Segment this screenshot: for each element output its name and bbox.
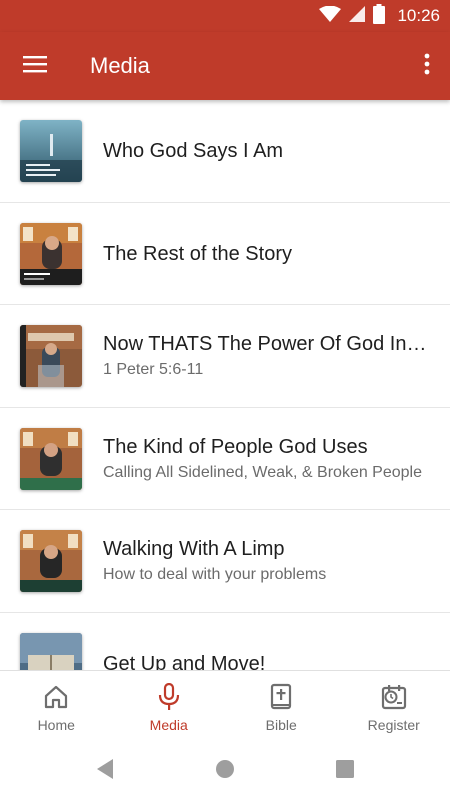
list-item[interactable]: Who God Says I Am <box>0 100 450 203</box>
sermon-thumbnail <box>20 325 82 387</box>
microphone-icon <box>156 683 182 711</box>
cellular-signal-icon <box>349 5 366 27</box>
status-time: 10:26 <box>397 6 440 25</box>
list-item-subtitle: How to deal with your problems <box>103 566 327 583</box>
list-item-text: The Rest of the Story <box>103 203 430 305</box>
list-item-title: The Kind of People God Uses <box>103 435 368 458</box>
calendar-clock-icon <box>380 683 408 711</box>
home-circle-icon <box>215 759 235 784</box>
sermon-thumbnail <box>20 222 82 285</box>
tab-label: Home <box>37 717 75 733</box>
system-navigation-bar <box>0 742 450 800</box>
sermon-thumbnail <box>20 530 82 592</box>
status-icons: 10:26 <box>319 0 440 32</box>
list-item-subtitle: Calling All Sidelined, Weak, & Broken Pe… <box>103 463 422 481</box>
bottom-navigation: Home Media Bible Register <box>0 670 450 742</box>
home-icon <box>43 683 69 711</box>
list-item-title: Who God Says I Am <box>103 140 284 162</box>
list-item-subtitle: 1 Peter 5:6-11 <box>103 361 204 378</box>
wifi-icon <box>319 5 342 27</box>
list-item-title: Get Up and Move! <box>103 652 266 671</box>
tab-label: Media <box>149 717 188 733</box>
app-bar: Media <box>0 32 450 100</box>
more-vertical-icon <box>424 53 430 80</box>
status-bar: 10:26 <box>0 0 450 32</box>
list-item-text: Who God Says I Am <box>103 100 430 202</box>
bible-icon <box>269 683 293 711</box>
sermon-thumbnail <box>20 120 82 182</box>
tab-label: Register <box>367 717 420 733</box>
list-item-title: Now THATS The Power Of God In Your Life <box>103 333 430 355</box>
menu-button[interactable] <box>14 46 56 86</box>
back-icon <box>95 758 115 785</box>
tab-bible[interactable]: Bible <box>225 671 338 742</box>
recents-button[interactable] <box>330 756 360 786</box>
page-title: Media <box>90 53 150 78</box>
tab-home[interactable]: Home <box>0 671 113 742</box>
sermon-thumbnail <box>20 427 82 490</box>
sermon-thumbnail <box>20 632 82 670</box>
recents-icon <box>335 759 355 784</box>
list-item-title: The Rest of the Story <box>103 242 292 265</box>
list-item[interactable]: Get Up and Move! <box>0 613 450 671</box>
hamburger-menu-icon <box>23 55 47 78</box>
list-item-text: Get Up and Move! <box>103 613 430 671</box>
tab-label: Bible <box>265 717 297 733</box>
list-item-title: Walking With A Limp <box>103 538 285 560</box>
list-item[interactable]: The Kind of People God Uses Calling All … <box>0 408 450 510</box>
list-item[interactable]: The Rest of the Story <box>0 203 450 305</box>
back-button[interactable] <box>90 756 120 786</box>
overflow-menu-button[interactable] <box>414 46 440 86</box>
list-item-text: The Kind of People God Uses Calling All … <box>103 408 430 510</box>
media-list[interactable]: Who God Says I Am The Rest of the Story <box>0 100 450 670</box>
list-item[interactable]: Walking With A Limp How to deal with you… <box>0 510 450 613</box>
list-item-text: Walking With A Limp How to deal with you… <box>103 510 430 612</box>
list-item-text: Now THATS The Power Of God In Your Life … <box>103 305 430 407</box>
system-home-button[interactable] <box>210 756 240 786</box>
tab-register[interactable]: Register <box>338 671 450 742</box>
battery-icon <box>373 3 386 29</box>
tab-media[interactable]: Media <box>113 671 226 742</box>
list-item[interactable]: Now THATS The Power Of God In Your Life … <box>0 305 450 408</box>
